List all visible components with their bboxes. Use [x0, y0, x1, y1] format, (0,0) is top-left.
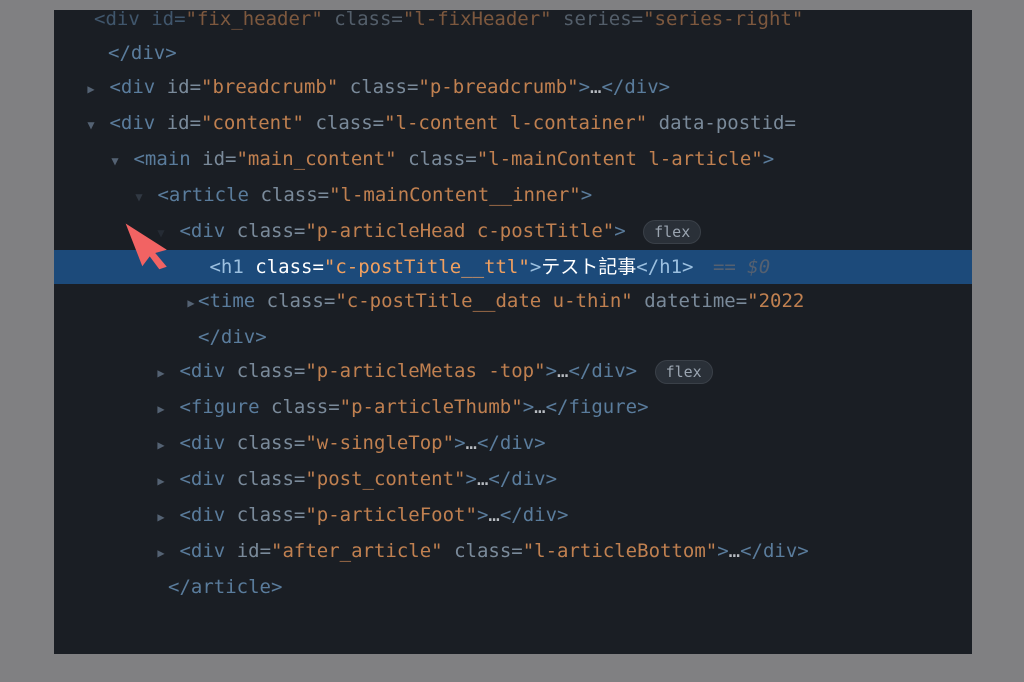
dom-line-closing-div-top: <div id="fix_header" class="l-fixHeader"… [54, 10, 972, 36]
devtools-elements-panel: <div id="fix_header" class="l-fixHeader"… [54, 10, 972, 654]
dom-line-singletop[interactable]: ▶ <div class="w-singleTop">…</div> [54, 426, 972, 462]
expand-arrow-icon[interactable]: ▶ [154, 536, 168, 570]
dom-line-figure[interactable]: ▶ <figure class="p-articleThumb">…</figu… [54, 390, 972, 426]
expand-arrow-icon[interactable]: ▶ [84, 72, 98, 106]
expand-arrow-icon[interactable]: ▶ [154, 464, 168, 498]
dom-line-closing-div-inner[interactable]: </div> [54, 320, 972, 354]
flex-badge[interactable]: flex [655, 360, 713, 384]
dom-line-h1-selected[interactable]: <h1 class="c-postTitle__ttl">テスト記事</h1> … [54, 250, 972, 284]
expand-arrow-icon[interactable]: ▶ [154, 392, 168, 426]
dom-line-breadcrumb[interactable]: ▶ <div id="breadcrumb" class="p-breadcru… [54, 70, 972, 106]
dom-line-postcontent[interactable]: ▶ <div class="post_content">…</div> [54, 462, 972, 498]
dom-line-closing-div[interactable]: </div> [54, 36, 972, 70]
dom-line-article[interactable]: ▼ <article class="l-mainContent__inner"> [54, 178, 972, 214]
dom-line-articlemetas[interactable]: ▶ <div class="p-articleMetas -top">…</di… [54, 354, 972, 390]
expand-arrow-icon[interactable]: ▶ [154, 356, 168, 390]
flex-badge[interactable]: flex [643, 220, 701, 244]
dom-line-time[interactable]: ▶<time class="c-postTitle__date u-thin" … [54, 284, 972, 320]
annotation-arrow-icon [117, 211, 177, 271]
collapse-arrow-icon[interactable]: ▼ [108, 144, 122, 178]
expand-arrow-icon[interactable]: ▶ [154, 500, 168, 534]
collapse-arrow-icon[interactable]: ▼ [84, 108, 98, 142]
expand-arrow-icon[interactable]: ▶ [184, 286, 198, 320]
dom-line-articlefoot[interactable]: ▶ <div class="p-articleFoot">…</div> [54, 498, 972, 534]
dom-line-closing-article[interactable]: </article> [54, 570, 972, 604]
dom-line-main[interactable]: ▼ <main id="main_content" class="l-mainC… [54, 142, 972, 178]
dom-line-afterarticle[interactable]: ▶ <div id="after_article" class="l-artic… [54, 534, 972, 570]
collapse-arrow-icon[interactable]: ▼ [132, 180, 146, 214]
dom-line-content[interactable]: ▼ <div id="content" class="l-content l-c… [54, 106, 972, 142]
console-reference: == $0 [713, 256, 770, 278]
dom-line-articlehead[interactable]: ▼ <div class="p-articleHead c-postTitle"… [54, 214, 972, 250]
expand-arrow-icon[interactable]: ▶ [154, 428, 168, 462]
